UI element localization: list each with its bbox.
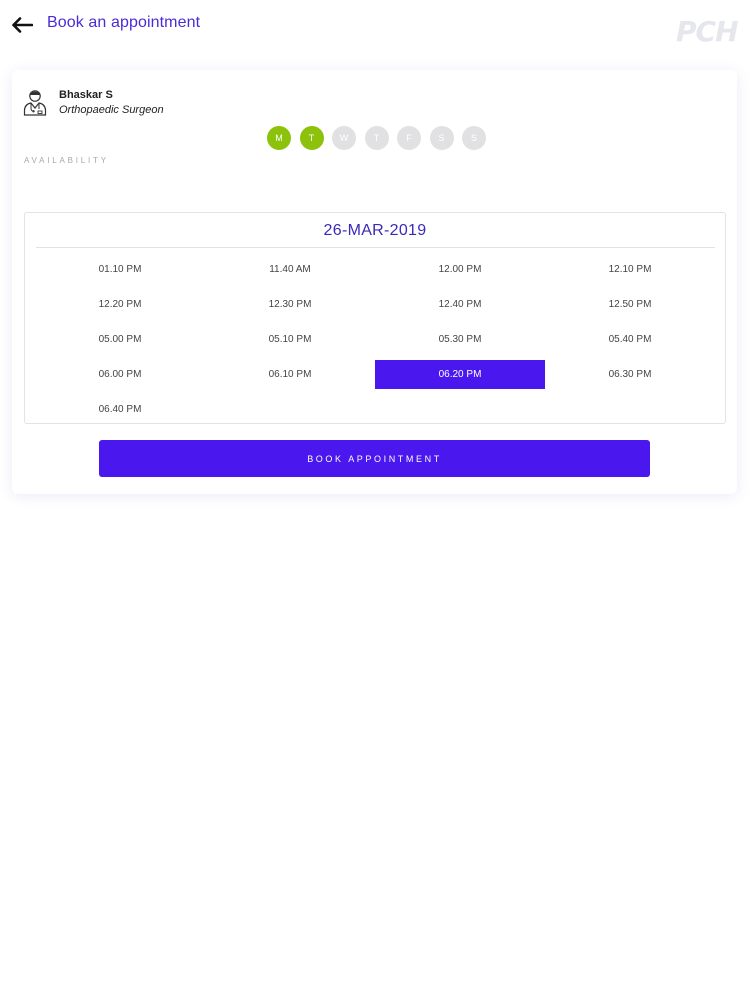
slots-date: 26-MAR-2019 — [323, 222, 427, 239]
time-slot[interactable]: 12.30 PM — [205, 290, 375, 319]
time-slot[interactable]: 05.00 PM — [35, 325, 205, 354]
doctor-specialty: Orthopaedic Surgeon — [59, 104, 164, 116]
time-slots-grid: 01.10 PM 11.40 AM 12.00 PM 12.10 PM 12.2… — [35, 252, 715, 427]
appointment-card: Bhaskar S Orthopaedic Surgeon M T W T F … — [12, 70, 737, 494]
doctor-avatar-icon — [23, 90, 47, 116]
arrow-left-icon — [12, 17, 33, 33]
slots-divider — [36, 247, 715, 248]
time-slots-panel: 26-MAR-2019 01.10 PM 11.40 AM 12.00 PM 1… — [24, 212, 726, 424]
time-slot[interactable]: 06.00 PM — [35, 360, 205, 389]
time-slot[interactable]: 12.50 PM — [545, 290, 715, 319]
availability-days: M T W T F S S — [267, 126, 486, 150]
time-slot[interactable]: 12.10 PM — [545, 255, 715, 284]
time-slot[interactable]: 05.40 PM — [545, 325, 715, 354]
day-monday[interactable]: M — [267, 126, 291, 150]
day-tuesday[interactable]: T — [299, 126, 324, 150]
page-title: Book an appointment — [47, 14, 201, 31]
time-slot[interactable]: 06.30 PM — [545, 360, 715, 389]
time-slot[interactable]: 12.40 PM — [375, 290, 545, 319]
day-friday[interactable]: F — [397, 126, 421, 150]
time-slot[interactable]: 05.10 PM — [205, 325, 375, 354]
brand-logo: PCH — [670, 14, 750, 50]
page: Book an appointment PCH Bhaskar S Orthop… — [0, 0, 750, 1000]
time-slot[interactable]: 12.20 PM — [35, 290, 205, 319]
day-sunday[interactable]: S — [462, 126, 486, 150]
time-slot[interactable]: 06.40 PM — [35, 395, 205, 424]
time-slot[interactable]: 11.40 AM — [205, 255, 375, 284]
app-header: Book an appointment PCH — [0, 0, 750, 52]
brand-logo-text: PCH — [676, 15, 739, 48]
doctor-avatar — [23, 88, 47, 116]
time-slot[interactable]: 05.30 PM — [375, 325, 545, 354]
day-thursday[interactable]: T — [364, 126, 389, 150]
doctor-name: Bhaskar S — [59, 89, 113, 101]
time-slot[interactable]: 01.10 PM — [35, 255, 205, 284]
time-slot[interactable]: 12.00 PM — [375, 255, 545, 284]
time-slot[interactable]: 06.10 PM — [205, 360, 375, 389]
day-saturday[interactable]: S — [429, 126, 454, 150]
day-wednesday[interactable]: W — [332, 126, 356, 150]
back-button[interactable] — [8, 12, 36, 38]
availability-label: AVAILABILITY — [24, 156, 109, 165]
book-appointment-button[interactable]: BOOK APPOINTMENT — [99, 440, 650, 477]
time-slot-selected[interactable]: 06.20 PM — [375, 360, 545, 389]
